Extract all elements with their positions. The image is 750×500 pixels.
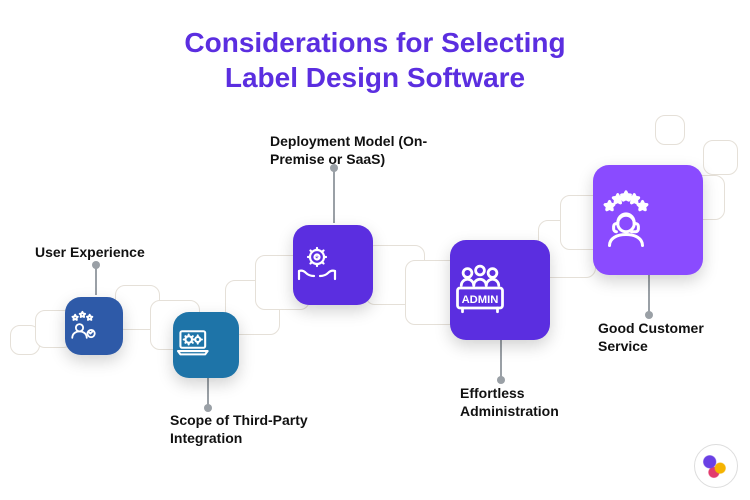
label-customer-service: Good Customer Service bbox=[598, 320, 738, 355]
label-scope-integration: Scope of Third-Party Integration bbox=[170, 412, 330, 447]
connector bbox=[333, 168, 335, 223]
node-user-experience bbox=[65, 297, 123, 355]
user-stars-icon bbox=[65, 306, 123, 346]
brand-logo bbox=[694, 444, 738, 488]
connector bbox=[648, 275, 650, 315]
label-deployment-model: Deployment Model (On-Premise or SaaS) bbox=[270, 133, 470, 168]
node-deployment-model: $ bbox=[293, 225, 373, 305]
svg-text:ADMIN: ADMIN bbox=[462, 294, 499, 306]
node-customer-service bbox=[593, 165, 703, 275]
deco-square bbox=[655, 115, 685, 145]
admin-panel-icon: ADMIN bbox=[450, 258, 550, 323]
connector bbox=[207, 378, 209, 408]
hands-gear-icon: $ bbox=[293, 239, 373, 292]
connector bbox=[95, 265, 97, 295]
laptop-gears-icon bbox=[173, 323, 239, 368]
connector bbox=[500, 340, 502, 380]
support-stars-icon bbox=[593, 185, 703, 256]
node-effortless-admin: ADMIN bbox=[450, 240, 550, 340]
deco-square bbox=[703, 140, 738, 175]
diagram-stage: User Experience Scope of Third-Party Int… bbox=[0, 0, 750, 500]
node-scope-integration bbox=[173, 312, 239, 378]
label-effortless-admin: Effortless Administration bbox=[460, 385, 610, 420]
label-user-experience: User Experience bbox=[35, 244, 145, 262]
